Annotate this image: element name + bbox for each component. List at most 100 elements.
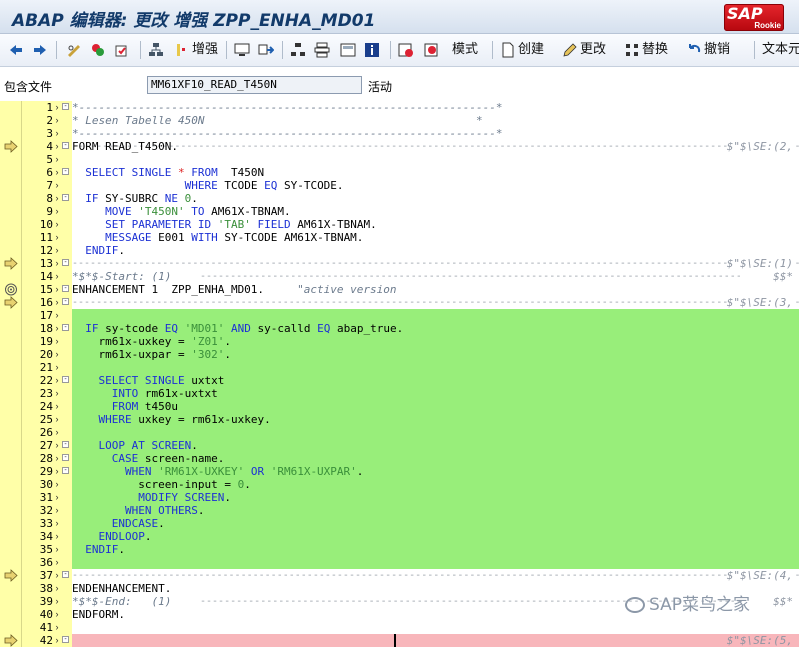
- info-button[interactable]: [364, 38, 382, 62]
- code-line[interactable]: 24 › FROM t450u: [0, 400, 799, 413]
- code-line[interactable]: 35 › ENDIF.: [0, 543, 799, 556]
- fold-toggle[interactable]: -: [62, 168, 69, 175]
- fold-toggle[interactable]: -: [62, 298, 69, 305]
- code-line[interactable]: 10 › SET PARAMETER ID 'TAB' FIELD AM61X-T…: [0, 218, 799, 231]
- screen-button[interactable]: [234, 38, 252, 62]
- fold-toggle[interactable]: -: [62, 194, 69, 201]
- line-number: 27: [39, 439, 53, 452]
- fold-toggle[interactable]: -: [62, 142, 69, 149]
- text-elements-label: 文本元: [762, 42, 799, 57]
- code-line[interactable]: 23 › INTO rm61x-uxtxt: [0, 387, 799, 400]
- abap-editor[interactable]: 1 › - *------------------------------------…: [0, 101, 799, 647]
- breakpoint-icon: [398, 43, 413, 57]
- arrow-marker-icon[interactable]: [4, 569, 18, 582]
- code-line[interactable]: 37 › - ------------------------------------…: [0, 569, 799, 582]
- indent-marker: ›: [55, 297, 59, 307]
- code-line[interactable]: 41 ›: [0, 621, 799, 634]
- code-line[interactable]: 12 › ENDIF.: [0, 244, 799, 257]
- code-line[interactable]: 8 › - IF SY-SUBRC NE 0.: [0, 192, 799, 205]
- arrow-marker-icon[interactable]: [4, 140, 18, 153]
- line-number: 3: [46, 127, 53, 140]
- code-line[interactable]: 19 › rm61x-uxkey = 'Z01'.: [0, 335, 799, 348]
- code-line[interactable]: 27 › - LOOP AT SCREEN.: [0, 439, 799, 452]
- code-line[interactable]: 11 › MESSAGE E001 WITH SY-TCODE AM61X-TBN…: [0, 231, 799, 244]
- fold-toggle[interactable]: -: [62, 259, 69, 266]
- code-line[interactable]: 15 › - ENHANCEMENT 1 ZPP_ENHA_MD01. "active…: [0, 283, 799, 296]
- enhancement-marker-note: $"$\SE:(2,: [726, 140, 793, 153]
- line-number: 11: [39, 231, 53, 244]
- code-line[interactable]: 13 › - ------------------------------------…: [0, 257, 799, 270]
- code-line[interactable]: 25 › WHERE uxkey = rm61x-uxkey.: [0, 413, 799, 426]
- toolbar-separator: [282, 41, 283, 59]
- code-line[interactable]: 30 › screen-input = 0.: [0, 478, 799, 491]
- code-line[interactable]: 33 › ENDCASE.: [0, 517, 799, 530]
- structure-button[interactable]: [290, 38, 308, 62]
- breakpoint-button[interactable]: [398, 38, 416, 62]
- code-line[interactable]: 31 › MODIFY SCREEN.: [0, 491, 799, 504]
- fold-toggle[interactable]: -: [62, 285, 69, 292]
- hierarchy-button[interactable]: [148, 38, 166, 62]
- indent-marker: ›: [55, 479, 59, 489]
- fold-toggle[interactable]: -: [62, 467, 69, 474]
- code-line[interactable]: 7 › WHERE TCODE EQ SY-TCODE.: [0, 179, 799, 192]
- check-button[interactable]: [114, 38, 132, 62]
- replace-button[interactable]: 替换: [624, 38, 668, 62]
- layout-button[interactable]: [340, 38, 358, 62]
- undo-button[interactable]: 撤销: [686, 38, 730, 62]
- back-button[interactable]: [8, 38, 26, 62]
- fold-toggle[interactable]: -: [62, 324, 69, 331]
- code-line[interactable]: 6 › - SELECT SINGLE * FROM T450N: [0, 166, 799, 179]
- toolbar-separator: [56, 41, 57, 59]
- fold-toggle[interactable]: -: [62, 376, 69, 383]
- fold-toggle[interactable]: -: [62, 441, 69, 448]
- code-line[interactable]: 4 › - -------------------------------------…: [0, 140, 799, 153]
- activate-button[interactable]: [90, 38, 108, 62]
- line-number: 16: [39, 296, 53, 309]
- code-line[interactable]: 20 › rm61x-uxpar = '302'.: [0, 348, 799, 361]
- code-line[interactable]: 16 › - ------------------------------------…: [0, 296, 799, 309]
- code-line[interactable]: 42 › - $"$\SE:(5,: [0, 634, 799, 647]
- change-button[interactable]: 更改: [562, 38, 606, 62]
- code-line[interactable]: 34 › ENDLOOP.: [0, 530, 799, 543]
- transfer-button[interactable]: [258, 38, 276, 62]
- code-line[interactable]: 36 ›: [0, 556, 799, 569]
- indent-marker: ›: [55, 271, 59, 281]
- code-line[interactable]: 18 › - IF sy-tcode EQ 'MD01' AND sy-calld …: [0, 322, 799, 335]
- enhancement-spiral-icon[interactable]: [4, 283, 18, 296]
- stack-button[interactable]: [314, 38, 332, 62]
- include-field[interactable]: MM61XF10_READ_T450N: [147, 76, 362, 94]
- fold-toggle[interactable]: -: [62, 636, 69, 643]
- code-line[interactable]: 32 › WHEN OTHERS.: [0, 504, 799, 517]
- external-breakpoint-button[interactable]: [424, 38, 442, 62]
- code-line[interactable]: 3 › *-------------------------------------…: [0, 127, 799, 140]
- fold-toggle[interactable]: -: [62, 454, 69, 461]
- code-line[interactable]: 9 › MOVE 'T450N' TO AM61X-TBNAM.: [0, 205, 799, 218]
- mode-button[interactable]: 模式: [452, 38, 478, 62]
- arrow-marker-icon[interactable]: [4, 296, 18, 309]
- fold-toggle[interactable]: -: [62, 103, 69, 110]
- code-line[interactable]: 17 ›: [0, 309, 799, 322]
- indent-marker: ›: [55, 245, 59, 255]
- code-line[interactable]: 2 › * Lesen Tabelle 450N *: [0, 114, 799, 127]
- display-change-button[interactable]: [66, 38, 84, 62]
- code-text: IF sy-tcode EQ 'MD01' AND sy-calld EQ ab…: [85, 322, 404, 335]
- arrow-marker-icon[interactable]: [4, 257, 18, 270]
- arrow-marker-icon[interactable]: [4, 634, 18, 647]
- code-line[interactable]: 28 › - CASE screen-name.: [0, 452, 799, 465]
- code-line[interactable]: 26 ›: [0, 426, 799, 439]
- fold-toggle[interactable]: -: [62, 571, 69, 578]
- code-line[interactable]: 21 ›: [0, 361, 799, 374]
- code-line[interactable]: 29 › - WHEN 'RM61X-UXKEY' OR 'RM61X-UXPAR'…: [0, 465, 799, 478]
- code-line[interactable]: 5 ›: [0, 153, 799, 166]
- text-elements-button[interactable]: 文本元: [762, 38, 799, 62]
- indent-marker: ›: [55, 193, 59, 203]
- enhance-button[interactable]: 增强: [174, 38, 218, 62]
- code-line[interactable]: 14 › *$*$-Start: (1) $$* -------------------…: [0, 270, 799, 283]
- code-line[interactable]: 1 › - *------------------------------------…: [0, 101, 799, 114]
- indent-marker: ›: [55, 349, 59, 359]
- transfer-icon: [258, 44, 274, 54]
- code-line[interactable]: 22 › - SELECT SINGLE uxtxt: [0, 374, 799, 387]
- create-button[interactable]: 创建: [500, 38, 544, 62]
- indent-marker: ›: [55, 401, 59, 411]
- forward-button[interactable]: [32, 38, 50, 62]
